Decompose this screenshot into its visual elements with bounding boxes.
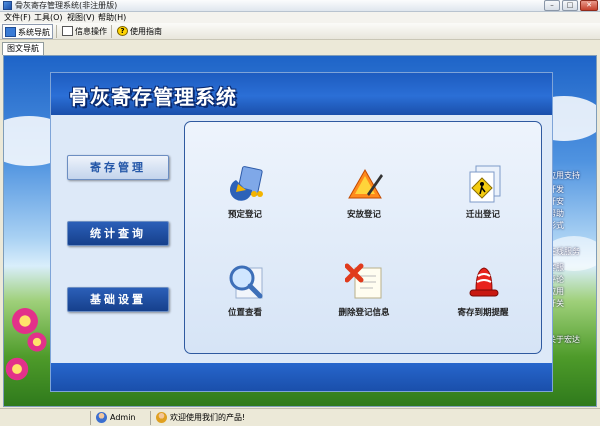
status-message: 欢迎使用我们的产品!: [156, 411, 245, 425]
user-guide-button[interactable]: ? 使用指南: [115, 24, 164, 39]
status-bar: Admin 欢迎使用我们的产品!: [0, 408, 600, 426]
toolbar-separator: [111, 25, 112, 38]
info-operation-button[interactable]: 信息操作: [60, 24, 109, 39]
placement-icon: [348, 168, 383, 199]
panel-header: 骨灰寄存管理系统: [51, 73, 552, 115]
background-flower: [4, 356, 30, 382]
menu-file[interactable]: 文件(F): [4, 12, 31, 23]
move-out-registration-button[interactable]: 迁出登记: [438, 164, 528, 224]
delete-registration-button[interactable]: 删除登记信息: [319, 262, 409, 322]
panel-footer: [51, 363, 552, 391]
system-navigation-label: 系统导航: [18, 28, 50, 37]
help-icon: ?: [117, 26, 128, 36]
status-message-text: 欢迎使用我们的产品!: [170, 413, 246, 422]
move-out-registration-label: 迁出登记: [465, 210, 500, 220]
move-out-icon: [469, 165, 501, 203]
nav-statistics-query[interactable]: 统计查询: [67, 221, 169, 246]
storage-expiry-reminder-button[interactable]: 寄存到期提醒: [438, 262, 528, 322]
user-guide-label: 使用指南: [130, 27, 162, 36]
background-flower: [26, 331, 48, 353]
navigation-canvas: 应用支持 开发 开安 帮助 形式 在线服务 客服 评论 应用 开关 关于宏达 骨…: [3, 55, 597, 407]
window-title: 骨灰寄存管理系统(非注册版): [15, 1, 118, 10]
delete-registration-label: 删除登记信息: [338, 308, 390, 318]
magnifier-icon: [229, 265, 263, 299]
function-box: 预定登记 安放登记 迁出登记 位置查看 删除登记信息 寄存到期提醒: [184, 121, 542, 354]
status-divider: [150, 411, 151, 425]
minimize-button[interactable]: –: [544, 0, 560, 11]
user-icon: [96, 412, 107, 423]
tab-graphic-navigation[interactable]: 图文导航: [2, 42, 44, 55]
location-view-button[interactable]: 位置查看: [200, 262, 290, 322]
toolbar-separator: [56, 25, 57, 38]
nav-basic-settings[interactable]: 基础设置: [67, 287, 169, 312]
close-button[interactable]: ✕: [580, 0, 598, 11]
storage-expiry-reminder-label: 寄存到期提醒: [457, 308, 509, 318]
reserve-registration-button[interactable]: 预定登记: [200, 164, 290, 224]
info-operation-label: 信息操作: [75, 27, 107, 36]
main-panel: 骨灰寄存管理系统 寄存管理 统计查询 基础设置 预定登记 安放登记 迁出登记 位…: [50, 72, 553, 392]
panel-title: 骨灰寄存管理系统: [69, 85, 237, 109]
menu-view[interactable]: 视图(V): [67, 12, 95, 23]
nav-storage-management[interactable]: 寄存管理: [67, 155, 169, 180]
placement-registration-label: 安放登记: [346, 210, 381, 220]
reserve-icon: [230, 166, 263, 201]
location-view-label: 位置查看: [227, 308, 262, 318]
info-icon: [62, 26, 73, 36]
alarm-bell-icon: [469, 267, 499, 297]
navigation-icon: [5, 27, 16, 37]
welcome-icon: [156, 412, 167, 423]
tab-strip: 图文导航: [0, 41, 600, 55]
menu-bar: 文件(F) 工具(O) 视图(V) 帮助(H): [0, 12, 600, 23]
status-divider: [90, 411, 91, 425]
reserve-registration-label: 预定登记: [227, 210, 262, 220]
toolbar: 系统导航 信息操作 ? 使用指南: [0, 23, 600, 40]
app-icon: [3, 1, 12, 10]
status-user-name: Admin: [110, 413, 136, 422]
menu-help[interactable]: 帮助(H): [98, 12, 126, 23]
delete-icon: [345, 263, 382, 299]
menu-tools[interactable]: 工具(O): [34, 12, 63, 23]
system-navigation-button[interactable]: 系统导航: [2, 24, 53, 39]
title-bar: 骨灰寄存管理系统(非注册版) – □ ✕: [0, 0, 600, 12]
placement-registration-button[interactable]: 安放登记: [319, 164, 409, 224]
status-user: Admin: [96, 411, 136, 425]
maximize-button[interactable]: □: [562, 0, 578, 11]
